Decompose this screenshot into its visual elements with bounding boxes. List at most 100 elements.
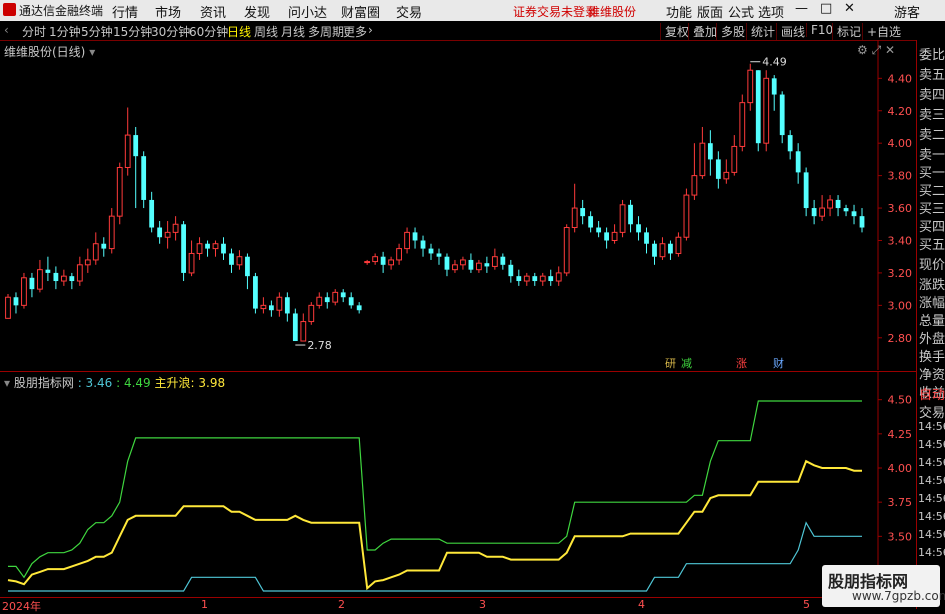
right-panel-item: 买二 <box>919 184 945 199</box>
candle-body-up <box>316 296 323 306</box>
candle-body-down <box>859 216 865 228</box>
indicator-value-1: : 3.46 <box>77 376 113 390</box>
candle-body-up <box>555 272 562 282</box>
candle-body-down <box>268 305 274 311</box>
period-15min[interactable]: 15分钟 <box>113 23 152 40</box>
indicator-axis-label: 3.75 <box>888 496 913 509</box>
candle-body-down <box>181 224 186 273</box>
menu-item-wealth[interactable]: 财富圈 <box>341 2 380 21</box>
right-panel-item: 换手 <box>919 350 945 365</box>
candle-body-up <box>236 256 243 266</box>
settings-icon[interactable]: ⚙ <box>857 43 868 57</box>
candle-body-up <box>396 248 402 261</box>
right-panel-item[interactable]: 自动 <box>919 384 945 403</box>
candle-body-up <box>196 243 203 254</box>
chevron-down-icon[interactable]: ▾ <box>4 376 10 390</box>
indicator-axis-label: 3.50 <box>888 530 913 543</box>
period-multi[interactable]: 多周期 <box>308 23 344 40</box>
maximize-button[interactable]: □ <box>820 1 832 16</box>
period-monthly[interactable]: 月线 <box>281 23 305 40</box>
period-more[interactable]: 更多 <box>343 23 367 40</box>
right-panel-item: 涨跌 <box>919 278 945 293</box>
candle-body-down <box>532 276 538 282</box>
price-axis-label: 4.00 <box>888 137 913 150</box>
candle-body-up <box>723 171 730 180</box>
login-notice[interactable]: 证券交易未登录 <box>513 3 597 20</box>
right-panel-item: 买五 <box>919 238 945 253</box>
date-axis-label: 2 <box>338 598 345 611</box>
tool-add-watchlist[interactable]: +自选 <box>862 23 901 40</box>
candle-body-down <box>835 199 841 209</box>
right-panel-item: 总量 <box>919 314 945 329</box>
candle-body-down <box>548 276 554 282</box>
toolbar-arrow-icon[interactable]: ‹ <box>4 23 9 37</box>
menu-item-function[interactable]: 功能 <box>666 2 692 21</box>
indicator-title: ▾ 股朋指标网 : 3.46 : 4.49 主升浪: 3.98 <box>4 374 225 391</box>
indicator-axis-label: 4.00 <box>888 462 913 475</box>
menu-item-assistant[interactable]: 问小达 <box>288 2 327 21</box>
right-panel-item: 14:56 <box>918 528 945 541</box>
menu-item-discover[interactable]: 发现 <box>244 2 270 21</box>
price-axis-label: 3.80 <box>888 170 913 183</box>
candle-body-down <box>420 240 426 249</box>
stock-title-text: 维维股份(日线) <box>4 45 86 59</box>
indicator-chart[interactable]: 4.504.254.003.753.503.25 <box>0 372 916 597</box>
candle-body-down <box>596 227 602 233</box>
tool-multi-stock[interactable]: 多股 <box>716 23 745 40</box>
menu-item-news[interactable]: 资讯 <box>200 2 226 21</box>
candle-body-up <box>388 259 394 266</box>
tool-mark[interactable]: 标记 <box>832 23 861 40</box>
menu-item-trade[interactable]: 交易 <box>396 2 422 21</box>
tool-overlay[interactable]: 叠加 <box>688 23 717 40</box>
close-icon[interactable]: ✕ <box>885 43 895 57</box>
candle-body-down <box>380 256 386 265</box>
period-daily[interactable]: 日线 <box>227 23 251 40</box>
chevron-right-icon[interactable]: › <box>368 23 373 37</box>
candle-body-down <box>843 208 849 212</box>
menu-item-layout[interactable]: 版面 <box>697 2 723 21</box>
menu-item-quotes[interactable]: 行情 <box>112 2 138 21</box>
candle-body-down <box>787 135 793 152</box>
period-5min[interactable]: 5分钟 <box>81 23 113 40</box>
price-axis-label: 3.60 <box>888 202 913 215</box>
minimize-button[interactable]: — <box>795 1 808 16</box>
price-axis-label: 4.20 <box>888 105 913 118</box>
right-panel-item: 卖五 <box>919 68 945 83</box>
menu-item-formula[interactable]: 公式 <box>728 2 754 21</box>
candlestick-chart[interactable]: 4.40 4.20 4.00 3.80 3.60 3.40 3.20 3.00 2.80 4.49… <box>0 40 916 370</box>
indicator-name[interactable]: 股朋指标网 <box>14 376 74 390</box>
menu-item-options[interactable]: 选项 <box>758 2 784 21</box>
menu-item-market[interactable]: 市场 <box>155 2 181 21</box>
tool-adjust[interactable]: 复权 <box>660 23 689 40</box>
tool-stats[interactable]: 统计 <box>746 23 775 40</box>
tool-draw[interactable]: 画线 <box>776 23 805 40</box>
date-axis: 2024年 1 2 3 4 5 <box>0 597 916 613</box>
top-menu-bar: 通达信金融终端 行情 市场 资讯 发现 问小达 财富圈 交易 证券交易未登录 维… <box>0 0 945 22</box>
period-30min[interactable]: 30分钟 <box>151 23 190 40</box>
user-guest-label[interactable]: 游客 <box>894 2 920 21</box>
candle-body-down <box>715 159 721 179</box>
event-tag: 减 <box>681 357 692 370</box>
candle-body-down <box>771 78 777 95</box>
candle-body-up <box>404 231 410 250</box>
candle-body-up <box>827 199 833 209</box>
period-intraday[interactable]: 分时 <box>22 23 46 40</box>
candle-body-down <box>652 243 657 257</box>
candle-body-up <box>21 277 27 306</box>
candle-body-down <box>245 256 250 277</box>
close-button[interactable]: ✕ <box>844 1 855 16</box>
right-info-panel: 委比 卖五 卖四 卖三 卖二 卖一 买一 买二 买三 买四 买五 现价 涨跌 涨幅 总量 外盘 换手 净资 收益 自动… <box>917 40 945 609</box>
right-panel-item: 净资 <box>919 368 945 383</box>
right-panel-item[interactable]: 交易 <box>919 402 945 421</box>
expand-icon[interactable]: ⤢ <box>872 43 885 57</box>
period-weekly[interactable]: 周线 <box>254 23 278 40</box>
right-panel-item: 14:56 <box>918 438 945 451</box>
period-60min[interactable]: 60分钟 <box>189 23 228 40</box>
candle-body-up <box>60 275 67 282</box>
tool-f10[interactable]: F10 <box>806 23 833 37</box>
chevron-down-icon[interactable]: ▾ <box>89 45 95 59</box>
candle-body-up <box>675 236 682 254</box>
period-1min[interactable]: 1分钟 <box>49 23 81 40</box>
candle-body-down <box>324 297 330 303</box>
candle-body-up <box>37 269 43 290</box>
